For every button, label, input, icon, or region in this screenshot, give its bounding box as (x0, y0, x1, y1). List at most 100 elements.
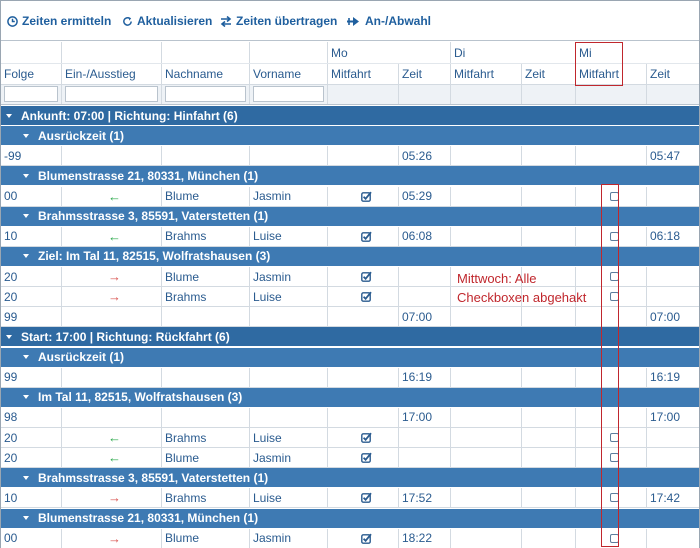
refresh-button[interactable]: Aktualisieren (122, 13, 212, 29)
column-header-folge[interactable]: Folge (1, 64, 62, 84)
table-row[interactable]: 20 ← Blume Jasmin (1, 448, 699, 469)
table-row[interactable]: 98 17:00 17:00 (1, 407, 699, 428)
subgroup-row[interactable]: Blumenstrasse 21, 80331, München (1) (1, 508, 699, 529)
collapse-triangle-icon[interactable] (23, 214, 29, 219)
cell-mitfahrt (328, 186, 399, 206)
column-header-di-zeit[interactable]: Zeit (522, 64, 576, 84)
subgroup-row[interactable]: Ausrückzeit (1) (1, 126, 699, 147)
column-header-nachname[interactable]: Nachname (162, 64, 250, 84)
cell-di-zeit (522, 146, 576, 166)
cell-mitfahrt (451, 146, 522, 166)
cell-folge: 10 (1, 226, 62, 246)
cell-ein-ausstieg: ← (62, 186, 162, 206)
table-row[interactable]: -99 05:26 05:47 (1, 146, 699, 167)
toolbar: Zeiten ermitteln Aktualisieren Zeiten üb… (1, 1, 699, 41)
subgroup-row[interactable]: Brahmsstrasse 3, 85591, Vaterstetten (1) (1, 468, 699, 489)
cell-di-zeit (522, 428, 576, 448)
cell-mi-zeit: 17:00 (650, 410, 681, 425)
checked-checkbox-icon[interactable] (361, 432, 372, 443)
cell-ein-ausstieg: ← (62, 226, 162, 246)
transfer-times-button[interactable]: Zeiten übertragen (220, 13, 337, 29)
cell-vorname: Jasmin (250, 448, 328, 468)
boarding-arrow-icon: ← (108, 450, 121, 466)
column-header-mo-zeit[interactable]: Zeit (399, 64, 451, 84)
collapse-triangle-icon[interactable] (6, 113, 12, 118)
checked-checkbox-icon[interactable] (361, 492, 372, 504)
cell-mitfahrt (328, 448, 399, 468)
table-row[interactable]: 20 ← Brahms Luise (1, 428, 699, 449)
subgroup-row[interactable]: Brahmsstrasse 3, 85591, Vaterstetten (1) (1, 206, 699, 227)
checked-checkbox-icon[interactable] (361, 271, 372, 282)
filter-input-ein-ausstieg[interactable] (65, 86, 158, 102)
alighting-arrow-icon: → (108, 530, 121, 546)
cell-nachname: Blume (162, 186, 250, 206)
cell-mitfahrt (328, 407, 399, 427)
filter-input-nachname[interactable] (165, 86, 246, 102)
cell-vorname: Jasmin (250, 186, 328, 206)
unchecked-checkbox[interactable] (610, 433, 619, 443)
filter-cell (451, 85, 522, 104)
unchecked-checkbox[interactable] (610, 493, 619, 503)
group-label: Ausrückzeit (1) (38, 128, 125, 143)
calc-times-button[interactable]: Zeiten ermitteln (7, 13, 111, 29)
column-header-ein-ausstieg[interactable]: Ein-/Ausstieg (62, 64, 162, 84)
table-row[interactable]: 10 → Brahms Luise 17:52 17:42 (1, 488, 699, 509)
cell-mitfahrt (328, 146, 399, 166)
table-row[interactable]: 00 ← Blume Jasmin 05:29 (1, 186, 699, 207)
cell-ein-ausstieg: → (62, 528, 162, 548)
cell-ein-ausstieg (62, 367, 162, 387)
filter-input-vorname[interactable] (253, 86, 324, 102)
collapse-triangle-icon[interactable] (23, 254, 29, 259)
cell-nachname: Brahms (162, 226, 250, 246)
filter-cell (250, 85, 328, 104)
cell-mo-zeit: 07:00 (399, 307, 451, 327)
unchecked-checkbox[interactable] (610, 231, 619, 241)
checked-checkbox-icon[interactable] (361, 191, 372, 202)
collapse-triangle-icon[interactable] (6, 334, 12, 339)
group-label: Blumenstrasse 21, 80331, München (1) (38, 511, 259, 526)
unchecked-checkbox[interactable] (610, 453, 619, 463)
collapse-triangle-icon[interactable] (23, 516, 29, 521)
column-header-vorname[interactable]: Vorname (250, 64, 328, 84)
cell-mi-zeit: 17:42 (650, 490, 681, 505)
cell-nachname (162, 146, 250, 166)
cell-folge: 99 (1, 307, 62, 327)
checked-checkbox-icon[interactable] (361, 452, 372, 464)
group-row[interactable]: Ankunft: 07:00 | Richtung: Hinfahrt (6) (1, 106, 699, 126)
subgroup-row[interactable]: Im Tal 11, 82515, Wolfratshausen (3) (1, 387, 699, 408)
annotation-note: Mittwoch: Alle Checkboxen abgehakt (457, 269, 597, 307)
cell-mitfahrt (451, 428, 522, 448)
checked-checkbox-icon[interactable] (361, 291, 372, 303)
group-row[interactable]: Start: 17:00 | Richtung: Rückfahrt (6) (1, 327, 699, 348)
table-row[interactable]: 99 16:19 16:19 (1, 367, 699, 388)
filter-input-folge[interactable] (4, 86, 58, 102)
collapse-triangle-icon[interactable] (23, 395, 29, 400)
unchecked-checkbox[interactable] (610, 533, 619, 543)
column-header-mi-mitfahrt[interactable]: Mitfahrt (576, 64, 647, 84)
checked-checkbox-icon[interactable] (361, 231, 372, 242)
unchecked-checkbox[interactable] (610, 191, 619, 201)
unchecked-checkbox[interactable] (610, 292, 619, 302)
table-row[interactable]: 10 ← Brahms Luise 06:08 06:18 (1, 226, 699, 247)
checked-checkbox-icon[interactable] (361, 533, 372, 544)
column-header-di-mitfahrt[interactable]: Mitfahrt (451, 64, 522, 84)
collapse-triangle-icon[interactable] (23, 475, 29, 480)
arrival-departure-button[interactable]: An-/Abwahl (347, 13, 431, 29)
table-row[interactable]: 99 07:00 07:00 (1, 307, 699, 328)
unchecked-checkbox[interactable] (610, 272, 619, 282)
subgroup-row[interactable]: Blumenstrasse 21, 80331, München (1) (1, 166, 699, 187)
cell-mitfahrt (451, 488, 522, 508)
subgroup-row[interactable]: Ziel: Im Tal 11, 82515, Wolfratshausen (… (1, 246, 699, 267)
cell-ein-ausstieg: → (62, 488, 162, 508)
cell-mi-mitfahrt (576, 428, 647, 448)
table-row[interactable]: 00 → Blume Jasmin 18:22 (1, 528, 699, 548)
column-header-mo-mitfahrt[interactable]: Mitfahrt (328, 64, 399, 84)
cell-di-zeit (522, 367, 576, 387)
collapse-triangle-icon[interactable] (23, 355, 29, 360)
cell-mo-zeit: 18:22 (399, 528, 451, 548)
collapse-triangle-icon[interactable] (23, 133, 29, 138)
cell-mitfahrt (328, 528, 399, 548)
collapse-triangle-icon[interactable] (23, 173, 29, 178)
column-header-mi-zeit[interactable]: Zeit (647, 64, 699, 84)
subgroup-row[interactable]: Ausrückzeit (1) (1, 347, 699, 368)
